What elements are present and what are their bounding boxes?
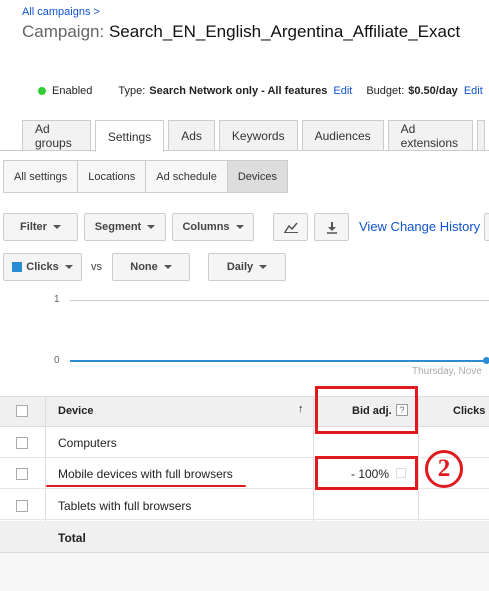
chevron-down-icon bbox=[147, 225, 156, 229]
annotation-box-bid-value bbox=[315, 456, 418, 490]
chevron-down-icon bbox=[64, 265, 73, 269]
device-name: Computers bbox=[58, 436, 117, 450]
subtab-ad-schedule[interactable]: Ad schedule bbox=[146, 161, 228, 192]
chart-point bbox=[483, 357, 489, 364]
segment-button[interactable]: Segment bbox=[84, 213, 166, 241]
tab-settings[interactable]: Settings bbox=[94, 120, 165, 152]
chart-gridline-top bbox=[70, 300, 489, 301]
clicks-column-header[interactable]: Clicks bbox=[453, 405, 485, 417]
chart-series-line bbox=[70, 360, 489, 362]
device-name: Tablets with full browsers bbox=[58, 499, 192, 513]
segment-label: Segment bbox=[94, 221, 142, 233]
chart-y-bottom: 0 bbox=[54, 355, 60, 366]
type-value: Search Network only - All features bbox=[149, 85, 328, 97]
annotation-number: 2 bbox=[437, 455, 451, 482]
metric2-label: None bbox=[130, 261, 158, 273]
footer-area bbox=[0, 553, 489, 591]
type-edit-link[interactable]: Edit bbox=[333, 85, 352, 97]
settings-subtabs: All settings Locations Ad schedule Devic… bbox=[3, 160, 288, 193]
page-title: Campaign: Search_EN_English_Argentina_Af… bbox=[22, 22, 460, 42]
tab-ads[interactable]: Ads bbox=[168, 120, 215, 150]
chevron-down-icon bbox=[52, 225, 61, 229]
metric1-selector[interactable]: Clicks bbox=[3, 253, 82, 281]
budget-value: $0.50/day bbox=[408, 85, 458, 97]
enabled-dot-icon bbox=[38, 87, 46, 95]
campaign-status-bar: Enabled Type: Search Network only - All … bbox=[38, 85, 483, 97]
sort-up-icon[interactable]: ↑ bbox=[298, 403, 304, 415]
chevron-down-icon bbox=[163, 265, 172, 269]
vs-label: vs bbox=[91, 261, 102, 273]
columns-button[interactable]: Columns bbox=[172, 213, 254, 241]
type-label: Type: bbox=[118, 85, 146, 97]
row-checkbox[interactable] bbox=[16, 437, 28, 449]
tab-keywords[interactable]: Keywords bbox=[218, 120, 298, 150]
filter-label: Filter bbox=[20, 221, 47, 233]
row-checkbox[interactable] bbox=[16, 500, 28, 512]
chart-y-top: 1 bbox=[54, 294, 60, 305]
subtab-locations[interactable]: Locations bbox=[78, 161, 147, 192]
metric1-label: Clicks bbox=[26, 261, 59, 273]
chevron-down-icon bbox=[259, 265, 268, 269]
filter-button[interactable]: Filter bbox=[3, 213, 78, 241]
subtab-all-settings[interactable]: All settings bbox=[4, 161, 79, 192]
view-change-history-link[interactable]: View Change History bbox=[359, 219, 480, 234]
more-toolbar-button[interactable] bbox=[484, 213, 489, 241]
tab-more[interactable] bbox=[476, 120, 485, 150]
subtab-devices[interactable]: Devices bbox=[227, 161, 287, 192]
clicks-swatch bbox=[12, 262, 23, 272]
metric2-selector[interactable]: None bbox=[112, 253, 190, 281]
total-label: Total bbox=[58, 531, 86, 545]
device-name: Mobile devices with full browsers bbox=[58, 467, 233, 481]
download-icon bbox=[326, 221, 337, 234]
chevron-down-icon bbox=[235, 225, 244, 229]
main-tabs: Ad groups Settings Ads Keywords Audience… bbox=[22, 120, 489, 152]
chart-x-label: Thursday, Nove bbox=[412, 366, 482, 377]
select-all-checkbox[interactable] bbox=[16, 405, 28, 417]
download-button[interactable] bbox=[314, 213, 349, 241]
columns-label: Columns bbox=[182, 221, 230, 233]
tab-ad-groups[interactable]: Ad groups bbox=[22, 120, 91, 150]
tab-audiences[interactable]: Audiences bbox=[301, 120, 384, 150]
status-enabled[interactable]: Enabled bbox=[52, 85, 92, 97]
budget-label: Budget: bbox=[366, 85, 405, 97]
device-column-header[interactable]: Device bbox=[58, 405, 93, 417]
campaign-label: Campaign: bbox=[22, 22, 105, 41]
chart-toggle-button[interactable] bbox=[273, 213, 308, 241]
annotation-number-circle: 2 bbox=[425, 450, 463, 488]
period-label: Daily bbox=[226, 261, 254, 273]
tab-ad-extensions[interactable]: Ad extensions bbox=[387, 120, 473, 150]
period-selector[interactable]: Daily bbox=[208, 253, 286, 281]
breadcrumb[interactable]: All campaigns > bbox=[22, 6, 100, 18]
campaign-name: Search_EN_English_Argentina_Affiliate_Ex… bbox=[108, 22, 461, 41]
line-chart-icon bbox=[283, 222, 298, 233]
annotation-box-bid-header bbox=[315, 386, 418, 434]
annotation-underline bbox=[46, 485, 246, 487]
budget-edit-link[interactable]: Edit bbox=[464, 85, 483, 97]
row-checkbox[interactable] bbox=[16, 468, 28, 480]
